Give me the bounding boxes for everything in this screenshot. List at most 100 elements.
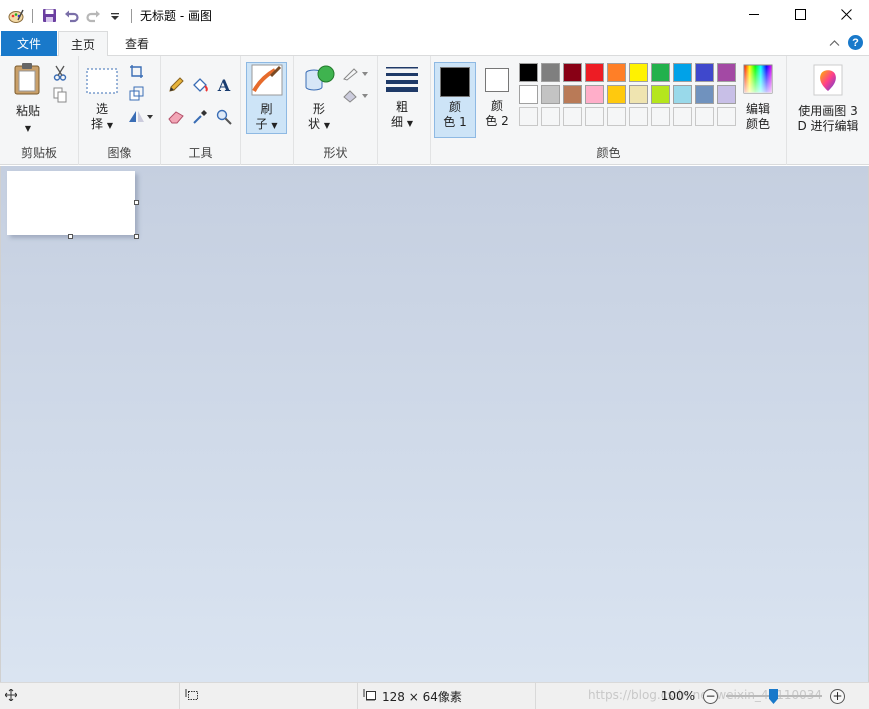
palette-swatch[interactable] <box>695 63 714 82</box>
tab-file[interactable]: 文件 <box>1 31 57 56</box>
palette-swatch[interactable] <box>673 85 692 104</box>
palette-swatch[interactable] <box>629 85 648 104</box>
resize-icon[interactable] <box>127 84 145 102</box>
palette-custom-slot[interactable] <box>717 107 736 126</box>
palette-swatch[interactable] <box>563 85 582 104</box>
help-icon[interactable]: ? <box>848 35 863 50</box>
palette-custom-slot[interactable] <box>519 107 538 126</box>
cursor-position-icon <box>4 688 18 704</box>
palette-swatch[interactable] <box>585 85 604 104</box>
rotate-icon[interactable] <box>127 107 153 125</box>
line-thickness-icon <box>386 66 418 97</box>
close-button[interactable] <box>823 0 869 31</box>
primary-color-swatch <box>440 67 470 97</box>
brush-icon <box>251 64 283 101</box>
tab-home[interactable]: 主页 <box>58 31 108 57</box>
palette-swatch[interactable] <box>585 63 604 82</box>
edit-with-paint3d-button[interactable]: 使用画图 3 D 进行编辑 <box>789 64 867 133</box>
palette-swatch[interactable] <box>607 63 626 82</box>
save-icon[interactable] <box>41 8 57 24</box>
palette-swatch[interactable] <box>519 63 538 82</box>
dropdown-arrow-icon: ▼ <box>323 121 330 130</box>
zoom-out-icon[interactable]: − <box>703 688 718 704</box>
drawing-canvas[interactable] <box>7 171 135 235</box>
zoom-level-text: 100% <box>660 689 695 703</box>
size-button[interactable]: 粗 细 ▼ <box>384 66 420 130</box>
copy-icon[interactable] <box>51 86 69 104</box>
palette-custom-slot[interactable] <box>563 107 582 126</box>
selection-size-segment <box>180 683 358 709</box>
paint-app-icon[interactable] <box>8 8 24 24</box>
minimize-icon <box>748 9 760 23</box>
dropdown-arrow-icon: ▼ <box>406 119 413 128</box>
undo-icon[interactable] <box>63 8 79 24</box>
palette-swatch[interactable] <box>563 63 582 82</box>
palette-custom-slot[interactable] <box>629 107 648 126</box>
edit-colors-button[interactable]: 编辑 颜色 <box>738 64 778 131</box>
pencil-icon[interactable] <box>167 76 185 94</box>
palette-custom-slot[interactable] <box>607 107 626 126</box>
status-bar: 128 × 64像素 https://blog.csdn.net/weixin_… <box>0 682 869 709</box>
palette-custom-slot[interactable] <box>673 107 692 126</box>
selection-size-icon <box>185 688 199 704</box>
paint3d-icon <box>813 64 843 101</box>
palette-swatch[interactable] <box>651 85 670 104</box>
color1-button[interactable]: 颜 色 1 <box>434 62 476 138</box>
palette-swatch[interactable] <box>695 85 714 104</box>
fill-icon[interactable] <box>342 86 368 104</box>
paste-button[interactable]: 粘贴 ▼ <box>10 62 46 137</box>
close-icon <box>840 8 852 23</box>
canvas-workspace <box>0 166 869 682</box>
fill-bucket-icon[interactable] <box>191 76 209 94</box>
shapes-button[interactable]: 形 状 ▼ <box>300 64 338 132</box>
resize-handle-right[interactable] <box>134 200 139 205</box>
color2-button[interactable]: 颜 色 2 <box>479 62 515 128</box>
select-button[interactable]: 选 择 ▼ <box>85 68 119 132</box>
secondary-color-swatch <box>485 68 509 92</box>
zoom-slider-thumb[interactable] <box>769 689 778 704</box>
clipboard-icon <box>13 62 43 101</box>
palette-swatch[interactable] <box>629 63 648 82</box>
color-picker-icon[interactable] <box>191 108 209 126</box>
palette-swatch[interactable] <box>717 63 736 82</box>
crop-icon[interactable] <box>127 62 145 80</box>
palette-swatch[interactable] <box>541 85 560 104</box>
ribbon-right-controls: ? <box>829 35 863 50</box>
palette-swatch[interactable] <box>651 63 670 82</box>
redo-icon[interactable] <box>85 8 101 24</box>
tools-group-label: 工具 <box>188 146 213 160</box>
outline-icon[interactable] <box>342 64 368 82</box>
title-bar: 无标题 - 画图 <box>0 0 869 31</box>
magnifier-icon[interactable] <box>215 108 233 126</box>
zoom-in-icon[interactable]: + <box>830 688 845 704</box>
dropdown-arrow-icon: ▼ <box>271 121 278 130</box>
text-tool-icon[interactable]: A <box>215 76 233 95</box>
palette-swatch[interactable] <box>717 85 736 104</box>
cut-icon[interactable] <box>51 64 69 82</box>
palette-custom-slot[interactable] <box>585 107 604 126</box>
collapse-ribbon-icon[interactable] <box>829 36 840 50</box>
tab-view[interactable]: 查看 <box>112 31 162 56</box>
dropdown-arrow-icon: ▼ <box>24 124 32 133</box>
palette-swatch[interactable] <box>519 85 538 104</box>
cursor-position-segment <box>0 683 180 709</box>
palette-swatch[interactable] <box>673 63 692 82</box>
maximize-button[interactable] <box>777 0 823 31</box>
group-paint3d: 使用画图 3 D 进行编辑 <box>787 56 869 165</box>
palette-custom-slot[interactable] <box>651 107 670 126</box>
canvas-size-icon <box>363 688 377 704</box>
palette-custom-slot[interactable] <box>541 107 560 126</box>
minimize-button[interactable] <box>731 0 777 31</box>
palette-swatch[interactable] <box>541 63 560 82</box>
ribbon-tabs: 文件 主页 查看 ? <box>0 31 869 57</box>
window-title: 无标题 - 画图 <box>140 9 212 23</box>
palette-swatch[interactable] <box>607 85 626 104</box>
brushes-button[interactable]: 刷 子 ▼ <box>246 62 287 134</box>
canvas-size-segment: 128 × 64像素 <box>358 683 536 709</box>
palette-custom-slot[interactable] <box>695 107 714 126</box>
resize-handle-corner[interactable] <box>134 234 139 239</box>
resize-handle-bottom[interactable] <box>68 234 73 239</box>
customize-quick-access-icon[interactable] <box>107 8 123 24</box>
zoom-slider[interactable] <box>726 688 822 704</box>
eraser-icon[interactable] <box>167 108 185 126</box>
